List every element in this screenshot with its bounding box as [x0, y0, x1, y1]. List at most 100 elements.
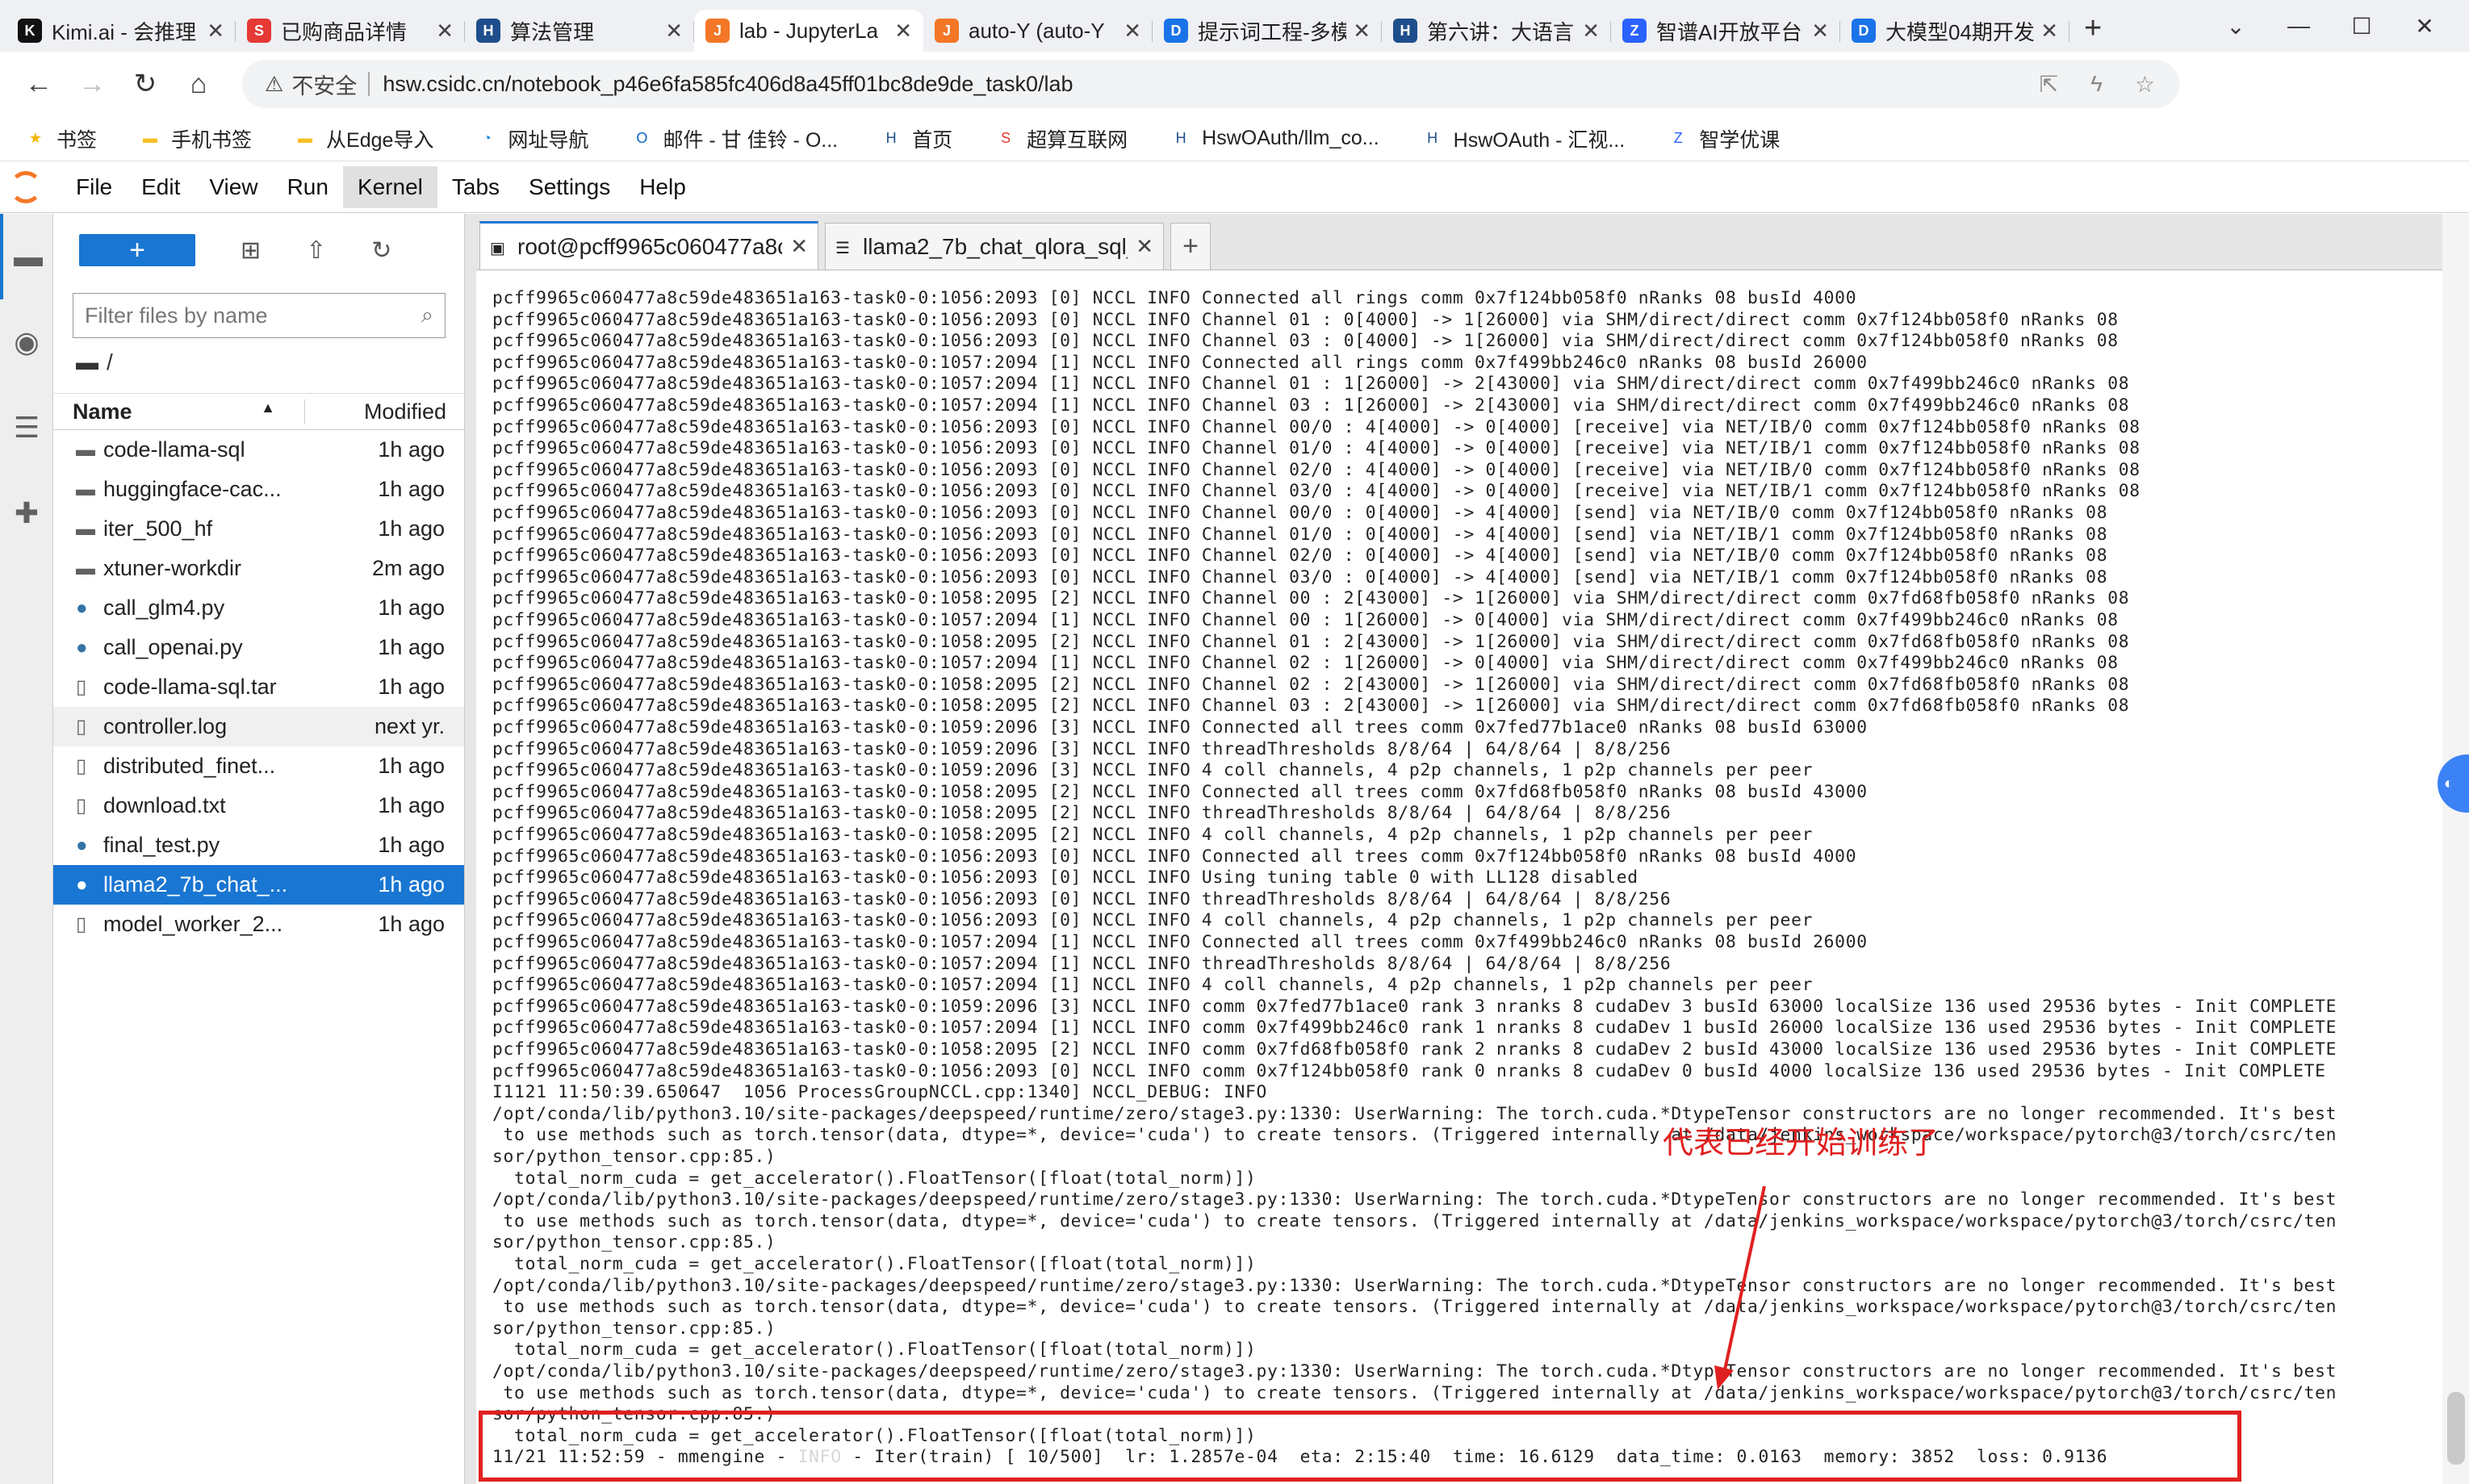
- tab-actions-icon[interactable]: ⌄: [2224, 13, 2248, 40]
- file-row[interactable]: ● llama2_7b_chat_... 1h ago: [53, 865, 464, 905]
- bookmark-item[interactable]: ▬ 从Edge导入: [294, 124, 433, 153]
- minimize-button[interactable]: —: [2287, 13, 2311, 39]
- file-row[interactable]: ▯ distributed_finet... 1h ago: [53, 746, 464, 786]
- bookmark-item[interactable]: S 超算互联网: [994, 124, 1128, 153]
- browser-tab[interactable]: D 大模型04期开发 ✕: [1840, 10, 2069, 52]
- bookmark-item[interactable]: ▬ 手机书签: [139, 124, 252, 153]
- file-row[interactable]: ▬ xtuner-workdir 2m ago: [53, 549, 464, 588]
- python-file-icon: ●: [76, 636, 88, 658]
- file-browser-icon[interactable]: ▬: [0, 214, 53, 299]
- running-kernels-icon[interactable]: ◉: [0, 299, 53, 385]
- browser-tab[interactable]: D 提示词工程-多模 ✕: [1153, 10, 1382, 52]
- menu-edit[interactable]: Edit: [127, 166, 195, 208]
- share-icon[interactable]: ⇱: [2040, 71, 2058, 98]
- jupyter-menubar: File Edit View Run Kernel Tabs Settings Help: [0, 161, 2469, 213]
- file-filter-input[interactable]: Filter files by name ⌕: [73, 293, 446, 338]
- back-button[interactable]: ←: [24, 69, 53, 99]
- terminal-line: pcff9965c060477a8c59de483651a163-task0-0…: [492, 459, 2140, 480]
- close-tab-icon[interactable]: ✕: [894, 19, 912, 44]
- favorite-star-icon[interactable]: ☆: [2135, 71, 2155, 98]
- terminal-line: pcff9965c060477a8c59de483651a163-task0-0…: [492, 674, 2130, 695]
- name-column-header[interactable]: Name ▲: [53, 399, 305, 424]
- file-row[interactable]: ● call_openai.py 1h ago: [53, 628, 464, 667]
- reload-button[interactable]: ↻: [131, 69, 160, 99]
- url-bar[interactable]: ⚠ 不安全 hsw.csidc.cn/notebook_p46e6fa585fc…: [242, 60, 2179, 108]
- file-row[interactable]: ▯ controller.log next yr.: [53, 707, 464, 746]
- file-row[interactable]: ● call_glm4.py 1h ago: [53, 588, 464, 628]
- file-name: huggingface-cac...: [103, 477, 282, 501]
- hsw-icon: H: [1393, 19, 1417, 43]
- close-tab-icon[interactable]: ✕: [207, 19, 224, 44]
- document-tab[interactable]: ☰ llama2_7b_chat_qlora_sql_ ✕: [825, 223, 1164, 270]
- vertical-scrollbar[interactable]: [2442, 214, 2469, 1484]
- file-icon: ☰: [835, 239, 850, 257]
- menu-kernel[interactable]: Kernel: [342, 165, 437, 208]
- maximize-button[interactable]: ☐: [2350, 13, 2374, 40]
- refresh-icon[interactable]: ↻: [371, 236, 391, 265]
- bookmark-item[interactable]: ◔ 网址导航: [475, 124, 588, 153]
- file-name: code-llama-sql.tar: [103, 675, 277, 699]
- menu-settings[interactable]: Settings: [514, 166, 625, 208]
- forward-button[interactable]: →: [77, 69, 107, 99]
- browser-tab[interactable]: H 算法管理 ✕: [465, 10, 694, 52]
- close-window-button[interactable]: ✕: [2413, 13, 2437, 40]
- browser-tab[interactable]: K Kimi.ai - 会推理 ✕: [6, 10, 236, 52]
- bookmark-item[interactable]: ★ 书签: [24, 124, 97, 153]
- file-row[interactable]: ● final_test.py 1h ago: [53, 826, 464, 865]
- scrollbar-thumb[interactable]: [2447, 1392, 2465, 1465]
- browser-tab[interactable]: Jlab - JupyterLa ✕: [694, 10, 923, 52]
- panel-splitter[interactable]: [465, 214, 476, 1484]
- add-tab-button[interactable]: +: [1170, 223, 1211, 270]
- bolt-icon[interactable]: ϟ: [2090, 71, 2103, 97]
- bookmark-item[interactable]: H HswOAuth - 汇视...: [1421, 124, 1625, 153]
- file-row[interactable]: ▯ download.txt 1h ago: [53, 786, 464, 826]
- sort-up-icon: ▲: [261, 399, 275, 416]
- menu-run[interactable]: Run: [273, 166, 343, 208]
- home-button[interactable]: ⌂: [184, 69, 213, 99]
- file-row[interactable]: ▬ iter_500_hf 1h ago: [53, 509, 464, 549]
- browser-tab-title: lab - JupyterLa: [739, 18, 878, 43]
- terminal-output[interactable]: pcff9965c060477a8c59de483651a163-task0-0…: [476, 270, 2442, 1484]
- document-tab[interactable]: ▣ root@pcff9965c060477a8c ✕: [479, 221, 818, 270]
- close-tab-icon[interactable]: ✕: [2040, 19, 2058, 44]
- url-text[interactable]: hsw.csidc.cn/notebook_p46e6fa585fc406d8a…: [383, 72, 1073, 97]
- breadcrumb[interactable]: ▬ /: [53, 338, 464, 387]
- browser-tab[interactable]: H 第六讲：大语言 ✕: [1382, 10, 1611, 52]
- menu-help[interactable]: Help: [625, 166, 701, 208]
- new-tab-button[interactable]: +: [2084, 11, 2102, 46]
- modified-column-header[interactable]: Modified: [305, 399, 464, 424]
- close-document-icon[interactable]: ✕: [1136, 234, 1153, 259]
- file-row[interactable]: ▯ model_worker_2... 1h ago: [53, 905, 464, 944]
- close-document-icon[interactable]: ✕: [790, 234, 808, 259]
- breadcrumb-path[interactable]: /: [107, 349, 113, 375]
- nav-icon: ◔: [482, 130, 492, 146]
- close-tab-icon[interactable]: ✕: [436, 19, 454, 44]
- bookmark-item[interactable]: H HswOAuth/llm_co...: [1170, 127, 1379, 150]
- new-launcher-button[interactable]: +: [79, 234, 195, 266]
- bookmark-item[interactable]: O 邮件 - 甘 佳铃 - O...: [630, 124, 838, 153]
- bookmark-label: 超算互联网: [1027, 128, 1128, 152]
- close-tab-icon[interactable]: ✕: [1811, 19, 1829, 44]
- extensions-puzzle-icon[interactable]: ✚: [0, 470, 53, 556]
- file-row[interactable]: ▬ code-llama-sql 1h ago: [53, 430, 464, 470]
- new-folder-icon[interactable]: ⊞: [241, 236, 261, 265]
- file-icon: ▯: [76, 913, 87, 935]
- browser-tab[interactable]: Z 智谱AI开放平台 ✕: [1611, 10, 1840, 52]
- close-tab-icon[interactable]: ✕: [1582, 19, 1600, 44]
- table-of-contents-icon[interactable]: ☰: [0, 385, 53, 470]
- menu-file[interactable]: File: [61, 166, 127, 208]
- file-row[interactable]: ▯ code-llama-sql.tar 1h ago: [53, 667, 464, 707]
- close-tab-icon[interactable]: ✕: [1124, 19, 1141, 44]
- browser-tab[interactable]: S 已购商品详情 ✕: [236, 10, 465, 52]
- bookmark-item[interactable]: H 首页: [880, 124, 953, 153]
- menu-tabs[interactable]: Tabs: [437, 166, 514, 208]
- terminal-line: total_norm_cuda = get_accelerator().Floa…: [492, 1340, 1257, 1361]
- close-tab-icon[interactable]: ✕: [1353, 19, 1371, 44]
- menu-view[interactable]: View: [195, 166, 272, 208]
- terminal-line: pcff9965c060477a8c59de483651a163-task0-0…: [492, 352, 1868, 373]
- file-row[interactable]: ▬ huggingface-cac... 1h ago: [53, 470, 464, 509]
- upload-icon[interactable]: ⇧: [306, 236, 326, 265]
- bookmark-item[interactable]: Z 智学优课: [1667, 124, 1781, 153]
- close-tab-icon[interactable]: ✕: [665, 19, 683, 44]
- browser-tab[interactable]: Jauto-Y (auto-Y ✕: [923, 10, 1153, 52]
